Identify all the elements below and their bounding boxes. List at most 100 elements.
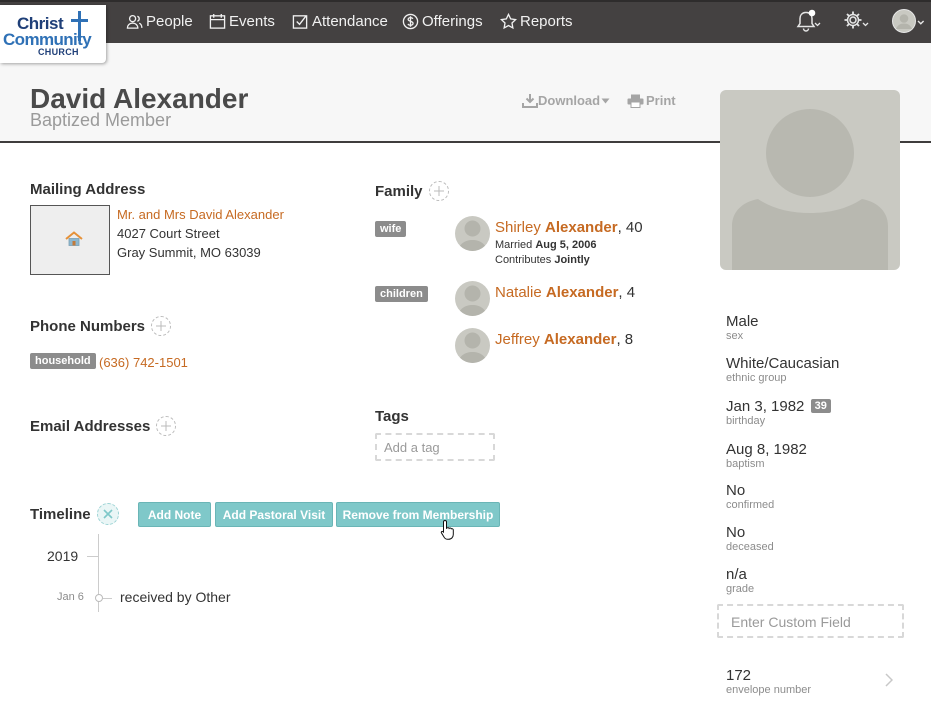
fact-confirmed[interactable]: No confirmed <box>726 482 774 511</box>
fact-label: sex <box>726 330 744 342</box>
fact-value: 172 <box>726 667 752 684</box>
address-line-1[interactable]: Mr. and Mrs David Alexander <box>117 207 284 222</box>
remove-from-membership-button[interactable]: Remove from Membership <box>336 502 500 527</box>
nav-attendance[interactable]: Attendance <box>292 0 388 43</box>
timeline-section: Timeline <box>30 503 119 525</box>
add-note-button[interactable]: Add Note <box>138 502 211 527</box>
nav-offerings-label: Offerings <box>422 13 483 30</box>
nav-people[interactable]: People <box>126 0 193 43</box>
child-name[interactable]: Jeffrey Alexander, 8 <box>495 331 633 348</box>
close-icon <box>103 509 113 519</box>
child-avatar[interactable] <box>455 281 490 316</box>
settings-button[interactable] <box>843 9 870 33</box>
married-date: Aug 5, 2006 <box>535 239 597 251</box>
caret-down-icon <box>601 98 610 103</box>
contributes-value: Jointly <box>554 254 590 266</box>
profile-photo[interactable] <box>720 90 900 270</box>
logo-text-line3: CHURCH <box>38 47 79 57</box>
wife-name[interactable]: Shirley Alexander, 40 <box>495 219 643 236</box>
fact-sex[interactable]: Male sex <box>726 313 759 342</box>
fact-label: confirmed <box>726 499 775 511</box>
child-name[interactable]: Natalie Alexander, 4 <box>495 284 635 301</box>
add-family-member-button[interactable] <box>428 181 449 201</box>
fact-baptism[interactable]: Aug 8, 1982 baptism <box>726 441 807 470</box>
print-button[interactable]: Print <box>627 93 676 108</box>
printer-icon <box>627 94 644 108</box>
person-silhouette-icon <box>732 109 888 270</box>
child-first-name[interactable]: Natalie <box>495 284 542 301</box>
child-first-name[interactable]: Jeffrey <box>495 331 540 348</box>
child-age: , 4 <box>618 284 636 301</box>
nav-people-label: People <box>146 13 193 30</box>
fact-grade[interactable]: n/a grade <box>726 566 754 595</box>
people-icon <box>126 14 143 29</box>
add-phone-button[interactable] <box>151 316 172 336</box>
child-last-name[interactable]: Alexander <box>544 331 617 348</box>
timeline-entry-text: received by Other <box>120 589 231 605</box>
child-avatar[interactable] <box>455 328 490 363</box>
mailing-address-heading: Mailing Address <box>30 181 146 198</box>
fact-value: No <box>726 482 746 499</box>
fact-label: baptism <box>726 458 765 470</box>
add-email-button[interactable] <box>156 416 177 436</box>
fact-label: ethnic group <box>726 372 787 384</box>
child-age: , 8 <box>616 331 634 348</box>
church-logo[interactable]: Christ Community CHURCH <box>0 5 106 63</box>
fact-birthday[interactable]: Jan 3, 1982 39 birthday <box>726 398 831 427</box>
phone-type-badge: household <box>30 353 96 369</box>
house-icon <box>65 231 83 246</box>
fact-label: deceased <box>726 541 774 553</box>
fact-value: Aug 8, 1982 <box>726 441 807 458</box>
gear-icon <box>844 11 869 29</box>
nav-attendance-label: Attendance <box>312 13 388 30</box>
child-last-name[interactable]: Alexander <box>546 284 619 301</box>
add-pastoral-visit-button[interactable]: Add Pastoral Visit <box>215 502 333 527</box>
membership-status: Baptized Member <box>30 110 172 130</box>
fact-deceased[interactable]: No deceased <box>726 524 774 553</box>
collapse-timeline-button[interactable] <box>96 503 119 525</box>
timeline-year: 2019 <box>47 548 79 564</box>
nav-events-label: Events <box>229 13 275 30</box>
children-relationship-badge: children <box>375 286 428 302</box>
wife-age: , 40 <box>617 219 643 236</box>
bell-icon <box>796 9 821 32</box>
timeline-year-tick <box>87 556 98 557</box>
download-label: Download <box>538 93 601 108</box>
phone-numbers-section: Phone Numbers <box>30 316 172 336</box>
notifications-button[interactable] <box>795 9 821 33</box>
nav-reports[interactable]: Reports <box>500 0 573 43</box>
download-button[interactable]: Download <box>522 93 610 108</box>
dollar-icon <box>402 13 419 30</box>
fact-label: birthday <box>726 415 766 427</box>
address-map-thumbnail[interactable] <box>30 205 110 275</box>
address-line-2: 4027 Court Street <box>117 226 220 241</box>
fact-ethnic-group[interactable]: White/Caucasian ethnic group <box>726 355 839 384</box>
custom-field-input[interactable]: Enter Custom Field <box>717 604 904 638</box>
calendar-icon <box>209 13 226 29</box>
star-icon <box>500 13 517 30</box>
fact-value: White/Caucasian <box>726 355 840 372</box>
add-tag-input[interactable]: Add a tag <box>375 433 495 461</box>
download-icon <box>522 94 538 108</box>
timeline-entry-tick <box>103 598 112 599</box>
timeline-entry-dot <box>95 594 103 602</box>
checkbox-icon <box>292 15 308 29</box>
fact-value: No <box>726 524 746 541</box>
fact-value: Male <box>726 313 759 330</box>
mouse-cursor-icon <box>440 519 454 540</box>
wife-last-name[interactable]: Alexander <box>545 219 618 236</box>
nav-events[interactable]: Events <box>209 0 275 43</box>
wife-avatar[interactable] <box>455 216 490 251</box>
fact-label: grade <box>726 583 755 595</box>
tags-heading: Tags <box>375 408 409 425</box>
age-badge: 39 <box>810 399 831 413</box>
phone-number-link[interactable]: (636) 742-1501 <box>99 355 188 370</box>
nav-offerings[interactable]: Offerings <box>402 0 483 43</box>
chevron-right-icon[interactable] <box>885 673 893 687</box>
wife-first-name[interactable]: Shirley <box>495 219 541 236</box>
fact-value: n/a <box>726 566 747 583</box>
family-heading: Family <box>375 182 423 200</box>
user-menu-button[interactable] <box>892 9 928 35</box>
fact-envelope-number[interactable]: 172 envelope number <box>726 667 811 696</box>
married-label: Married <box>495 239 533 251</box>
